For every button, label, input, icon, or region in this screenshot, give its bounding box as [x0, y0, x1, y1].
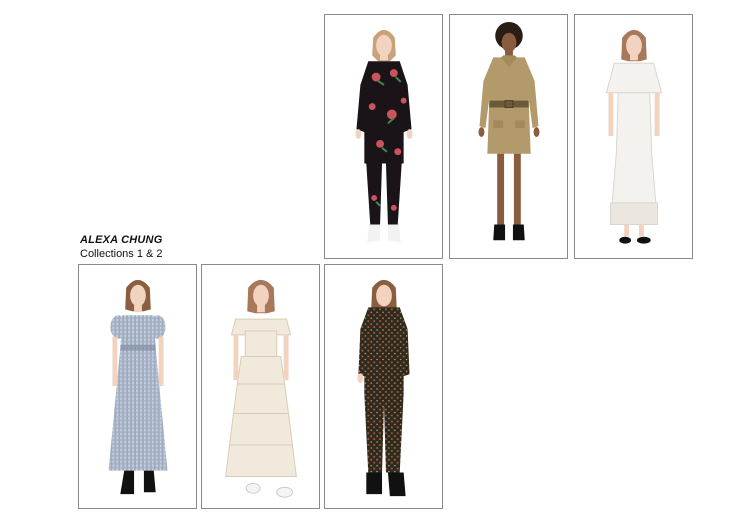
look-5-photo	[225, 279, 297, 498]
look-3-photo	[605, 29, 663, 244]
designer-name: ALEXA CHUNG	[80, 234, 163, 246]
look-card-3[interactable]	[574, 14, 693, 259]
look-6-photo	[357, 279, 410, 497]
collection-caption: ALEXA CHUNG Collections 1 & 2	[80, 233, 163, 261]
collection-subtitle: Collections 1 & 2	[80, 248, 163, 260]
look-card-4[interactable]	[78, 264, 197, 509]
look-2-photo	[478, 21, 540, 241]
look-4-photo	[108, 279, 168, 495]
look-card-1[interactable]	[324, 14, 443, 259]
look-card-5[interactable]	[201, 264, 320, 509]
look-card-6[interactable]	[324, 264, 443, 509]
look-card-2[interactable]	[449, 14, 568, 259]
look-1-photo	[355, 29, 413, 243]
